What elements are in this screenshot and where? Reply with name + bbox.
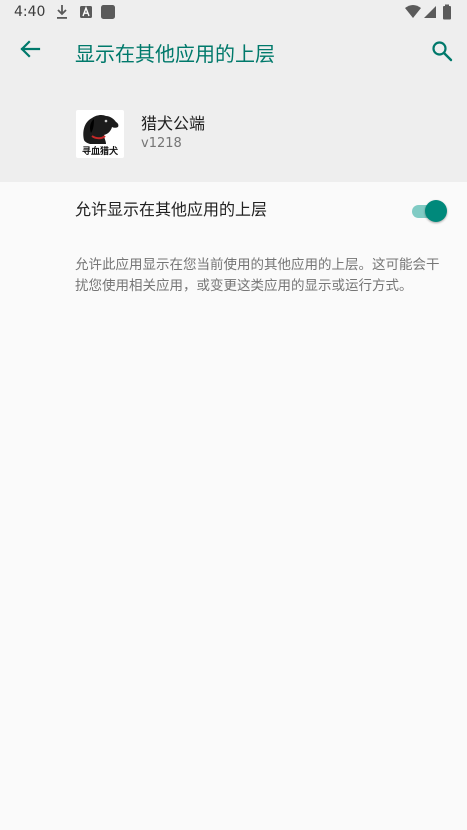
app-info-header: 寻血猎犬 猎犬公端 v1218 bbox=[0, 86, 467, 182]
status-time: 4:40 bbox=[14, 4, 46, 20]
wifi-icon bbox=[404, 4, 422, 24]
app-icon-label: 寻血猎犬 bbox=[81, 147, 118, 157]
allow-overlay-setting-row[interactable]: 允许显示在其他应用的上层 bbox=[0, 182, 467, 238]
app-version: v1218 bbox=[141, 136, 182, 151]
back-button[interactable] bbox=[12, 33, 48, 69]
app-icon: 寻血猎犬 bbox=[76, 110, 124, 158]
page-title: 显示在其他应用的上层 bbox=[75, 42, 275, 66]
app-bar: 显示在其他应用的上层 bbox=[0, 24, 467, 86]
download-icon bbox=[55, 4, 69, 24]
status-bar: 4:40 bbox=[0, 0, 467, 24]
app-name: 猎犬公端 bbox=[141, 114, 206, 133]
setting-label: 允许显示在其他应用的上层 bbox=[75, 200, 268, 219]
a-badge-icon bbox=[79, 4, 93, 24]
arrow-left-icon bbox=[19, 38, 41, 64]
toggle-thumb bbox=[425, 200, 447, 222]
allow-overlay-toggle[interactable] bbox=[410, 199, 448, 223]
battery-icon bbox=[442, 4, 452, 24]
search-icon bbox=[431, 40, 453, 66]
setting-description: 允许此应用显示在您当前使用的其他应用的上层。这可能会干扰您使用相关应用，或变更这… bbox=[75, 257, 440, 294]
square-icon bbox=[100, 4, 116, 24]
search-button[interactable] bbox=[424, 35, 460, 71]
signal-icon bbox=[423, 4, 437, 24]
